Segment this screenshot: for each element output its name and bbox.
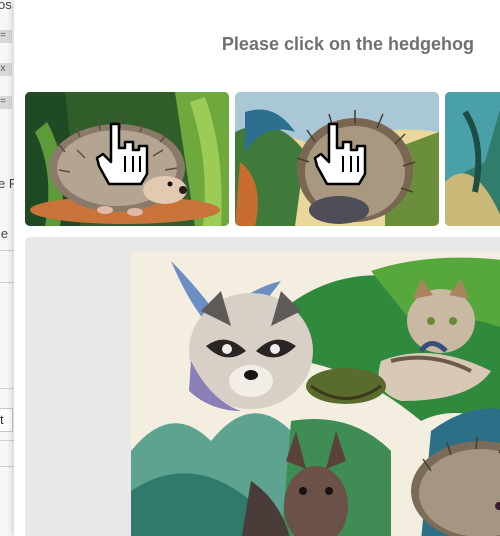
bg-code-chip: x	[0, 63, 12, 76]
bg-code-chip: =	[0, 30, 12, 43]
bg-input-fragment: t	[0, 408, 13, 432]
captcha-prompt: Please click on the hedgehog	[221, 34, 474, 54]
thumbnail-hedgehog-1[interactable]	[25, 92, 229, 226]
bg-divider	[0, 388, 14, 389]
partial-image	[445, 92, 500, 226]
animal-scene-image	[131, 251, 500, 536]
bg-text-fragment: e F	[0, 176, 14, 191]
bg-divider	[0, 440, 14, 441]
background-page: os = x = e F ie t	[0, 0, 15, 536]
bg-text-fragment: ie	[0, 226, 9, 241]
bg-divider	[0, 466, 14, 467]
captcha-dialog: Please click on the hedgehog	[14, 0, 500, 536]
thumbnail-3[interactable]	[445, 92, 500, 226]
bg-divider	[0, 250, 14, 251]
main-image-panel	[25, 237, 500, 536]
hand-pointer-icon	[313, 122, 367, 186]
bg-text-fragment: os	[0, 0, 12, 12]
bg-divider	[0, 282, 14, 283]
hand-pointer-icon	[95, 122, 149, 186]
main-captcha-image[interactable]	[131, 251, 500, 536]
thumbnail-strip	[25, 92, 500, 226]
thumbnail-hedgehog-2[interactable]	[235, 92, 439, 226]
bg-code-chip: =	[0, 96, 12, 109]
